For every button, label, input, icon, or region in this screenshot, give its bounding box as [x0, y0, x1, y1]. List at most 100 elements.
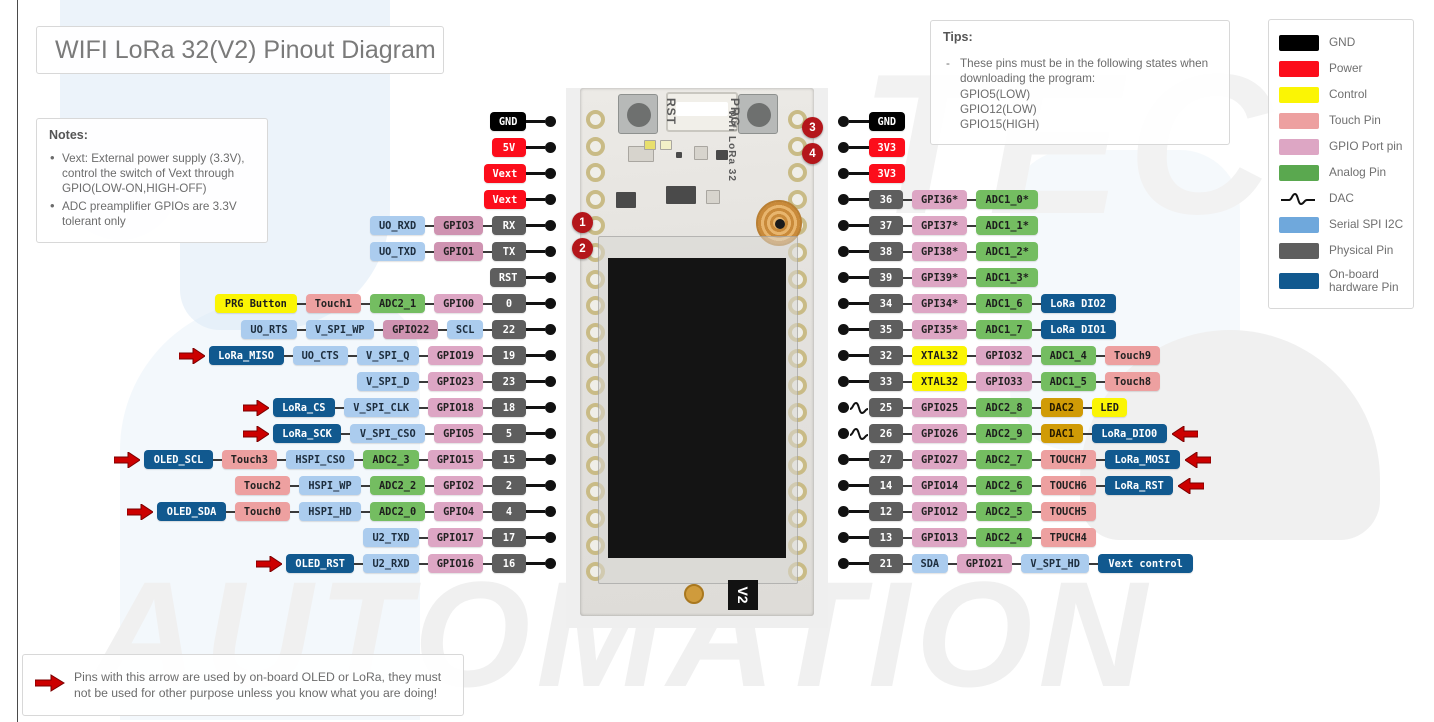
pin-chip[interactable]: ADC2_4	[976, 528, 1032, 547]
pin-chip[interactable]: ADC1_3*	[976, 268, 1039, 287]
pin-chip[interactable]: ADC2_3	[363, 450, 419, 469]
pin-chip[interactable]: 18	[491, 398, 526, 417]
pin-chip[interactable]: V_SPI_Q	[356, 346, 419, 365]
pin-chip[interactable]: GPIO18	[427, 398, 483, 417]
pin-chip[interactable]: GPIO14	[912, 476, 968, 495]
pin-chip[interactable]: GPIO19	[427, 346, 483, 365]
pin-chip[interactable]: U2_TXD	[363, 528, 419, 547]
pin-chip[interactable]: V_SPI_CSO	[350, 424, 426, 443]
pin-chip[interactable]: RST	[490, 268, 526, 287]
pin-chip[interactable]: 27	[869, 450, 903, 469]
pin-chip[interactable]: 26	[869, 424, 903, 443]
pin-chip[interactable]: DAC1	[1040, 424, 1083, 443]
pin-chip[interactable]: 22	[491, 320, 526, 339]
pin-chip[interactable]: Touch1	[305, 294, 361, 313]
pin-chip[interactable]: ADC2_1	[369, 294, 426, 313]
pin-chip[interactable]: V_SPI_HD	[1020, 554, 1090, 573]
pin-chip[interactable]: OLED_SCL	[144, 450, 213, 469]
pin-chip[interactable]: ADC2_8	[976, 398, 1032, 417]
pin-chip[interactable]: ADC2_9	[976, 424, 1032, 443]
pin-chip[interactable]: ADC2_5	[976, 502, 1032, 521]
pin-chip[interactable]: GPIO21	[956, 554, 1012, 573]
pin-chip[interactable]: Touch3	[221, 450, 277, 469]
pin-chip[interactable]: Vext	[483, 190, 526, 209]
pin-chip[interactable]: 17	[491, 528, 526, 547]
pin-chip[interactable]: PRG Button	[215, 294, 297, 313]
pin-chip[interactable]: 21	[869, 554, 903, 573]
pin-chip[interactable]: UO_RXD	[369, 216, 426, 235]
pin-chip[interactable]: UO_CTS	[292, 346, 348, 365]
pin-chip[interactable]: Touch9	[1104, 346, 1161, 365]
pin-chip[interactable]: 13	[869, 528, 903, 547]
pin-chip[interactable]: TPUCH4	[1040, 528, 1096, 547]
pin-chip[interactable]: SCL	[447, 320, 483, 339]
pin-chip[interactable]: LoRa DIO2	[1040, 294, 1116, 313]
pin-chip[interactable]: 0	[491, 294, 526, 313]
pin-chip[interactable]: LoRa DIO1	[1040, 320, 1116, 339]
pin-chip[interactable]: Touch8	[1104, 372, 1161, 391]
pin-chip[interactable]: GND	[869, 112, 905, 131]
pin-chip[interactable]: 32	[869, 346, 903, 365]
pin-chip[interactable]: 2	[491, 476, 526, 495]
pin-chip[interactable]: GPIO26	[912, 424, 968, 443]
pin-chip[interactable]: LoRa_RST	[1104, 476, 1174, 495]
pin-chip[interactable]: 14	[869, 476, 903, 495]
pin-chip[interactable]: GPIO15	[427, 450, 483, 469]
pin-chip[interactable]: 37	[869, 216, 903, 235]
pin-chip[interactable]: GPI34*	[912, 294, 968, 313]
pin-chip[interactable]: GPI36*	[912, 190, 968, 209]
pin-chip[interactable]: GPI39*	[912, 268, 968, 287]
pin-chip[interactable]: ADC2_0	[369, 502, 426, 521]
pin-chip[interactable]: 3V3	[869, 164, 905, 183]
pin-chip[interactable]: GPIO17	[427, 528, 483, 547]
pin-chip[interactable]: ADC1_6	[976, 294, 1032, 313]
pin-chip[interactable]: UO_RTS	[241, 320, 297, 339]
pin-chip[interactable]: 38	[869, 242, 903, 261]
pin-chip[interactable]: ADC1_1*	[976, 216, 1039, 235]
pin-chip[interactable]: GPI37*	[912, 216, 968, 235]
pin-chip[interactable]: RX	[491, 216, 526, 235]
pin-chip[interactable]: ADC2_7	[976, 450, 1032, 469]
pin-chip[interactable]: UO_TXD	[369, 242, 426, 261]
pin-chip[interactable]: OLED_RST	[286, 554, 355, 573]
pin-chip[interactable]: DAC2	[1040, 398, 1083, 417]
pin-chip[interactable]: GPIO4	[434, 502, 483, 521]
pin-chip[interactable]: TOUCH5	[1040, 502, 1096, 521]
pin-chip[interactable]: V_SPI_WP	[305, 320, 375, 339]
pin-chip[interactable]: 34	[869, 294, 903, 313]
pin-chip[interactable]: OLED_SDA	[157, 502, 226, 521]
pin-chip[interactable]: V_SPI_CLK	[343, 398, 419, 417]
pin-chip[interactable]: 33	[869, 372, 903, 391]
pin-chip[interactable]: 16	[491, 554, 526, 573]
pin-chip[interactable]: 5	[491, 424, 526, 443]
pin-chip[interactable]: GPIO0	[434, 294, 483, 313]
pin-chip[interactable]: 35	[869, 320, 903, 339]
pin-chip[interactable]: 23	[491, 372, 526, 391]
pin-chip[interactable]: GPIO16	[427, 554, 483, 573]
pin-chip[interactable]: ADC1_7	[976, 320, 1032, 339]
pin-chip[interactable]: GPIO32	[976, 346, 1032, 365]
pin-chip[interactable]: LoRa_MOSI	[1104, 450, 1180, 469]
pin-chip[interactable]: ADC2_6	[976, 476, 1032, 495]
pin-chip[interactable]: ADC1_4	[1040, 346, 1096, 365]
pin-chip[interactable]: GPIO3	[434, 216, 483, 235]
pin-chip[interactable]: GPIO33	[976, 372, 1032, 391]
pin-chip[interactable]: TOUCH6	[1040, 476, 1096, 495]
pin-chip[interactable]: GPIO23	[427, 372, 483, 391]
pin-chip[interactable]: HSPI_HD	[299, 502, 361, 521]
pin-chip[interactable]: Touch2	[234, 476, 291, 495]
pin-chip[interactable]: 4	[491, 502, 526, 521]
pin-chip[interactable]: 39	[869, 268, 903, 287]
pin-chip[interactable]: GPI38*	[912, 242, 968, 261]
pin-chip[interactable]: GPIO2	[434, 476, 483, 495]
pin-chip[interactable]: 12	[869, 502, 903, 521]
pin-chip[interactable]: Vext control	[1098, 554, 1193, 573]
pin-chip[interactable]: XTAL32	[912, 372, 968, 391]
pin-chip[interactable]: V_SPI_D	[356, 372, 419, 391]
pin-chip[interactable]: HSPI_CSO	[285, 450, 355, 469]
pin-chip[interactable]: GPIO5	[434, 424, 483, 443]
pin-chip[interactable]: LoRa_SCK	[272, 424, 342, 443]
pin-chip[interactable]: 25	[869, 398, 903, 417]
pin-chip[interactable]: LoRa_CS	[272, 398, 335, 417]
pin-chip[interactable]: 3V3	[869, 138, 905, 157]
